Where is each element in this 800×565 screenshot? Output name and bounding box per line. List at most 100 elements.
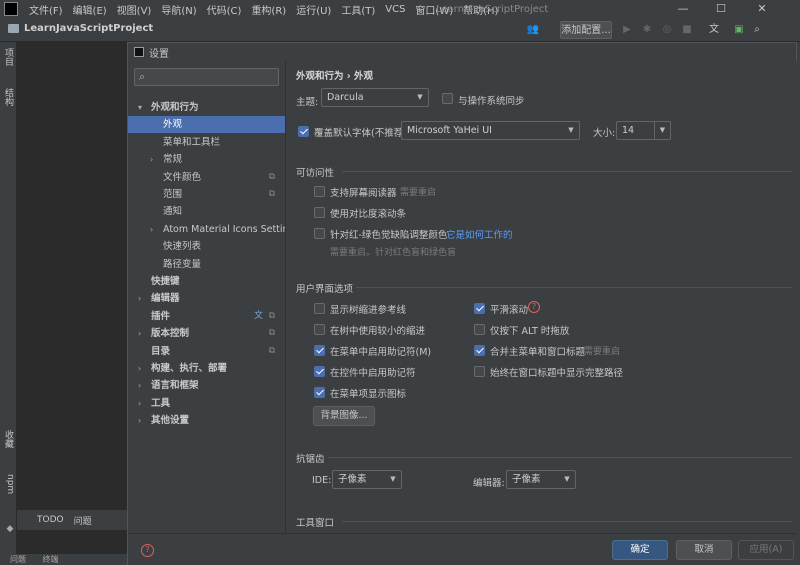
chevron-down-icon[interactable]: ▾ — [138, 99, 142, 116]
menu-tools[interactable]: 工具(T) — [336, 2, 380, 17]
chevron-right-icon[interactable]: › — [138, 360, 141, 377]
minimize-button[interactable]: — — [666, 0, 700, 18]
chevron-right-icon[interactable]: › — [138, 395, 141, 412]
theme-dropdown[interactable]: Darcula ▼ — [321, 88, 429, 107]
apply-button[interactable]: 应用(A) — [738, 540, 794, 560]
override-font-checkbox[interactable] — [298, 126, 309, 137]
sidebar-item[interactable]: 插件 文 ⧉ — [128, 308, 285, 325]
close-window-button[interactable]: ✕ — [745, 0, 779, 18]
layers-icon[interactable]: ◆ — [2, 524, 15, 534]
editor-aa-dropdown[interactable]: 子像素 ▼ — [506, 470, 576, 489]
sidebar-item[interactable]: 快速列表 — [128, 238, 285, 255]
search-everywhere-icon[interactable]: ⌕ — [750, 21, 764, 39]
sidebar-item[interactable]: ▾ 外观和行为 — [128, 99, 285, 116]
maximize-button[interactable]: ☐ — [704, 0, 738, 18]
sidebar-item[interactable]: › 编辑器 — [128, 290, 285, 307]
chevron-right-icon[interactable]: › — [138, 377, 141, 394]
sidebar-item-label: 通知 — [163, 206, 183, 218]
editor-aa-label: 编辑器: — [473, 478, 505, 489]
font-size-combo[interactable]: 14 ▼ — [616, 121, 671, 140]
status-bar: 问题 终端 — [0, 554, 127, 565]
alt-drag-checkbox[interactable] — [474, 324, 485, 335]
screen-reader-label: 支持屏幕阅读器 — [330, 188, 397, 199]
color-deficiency-label: 针对红-绿色觉缺陷调整颜色 — [330, 230, 448, 241]
sidebar-item[interactable]: › 版本控制 ⧉ — [128, 325, 285, 342]
sidebar-item[interactable]: › 常规 — [128, 151, 285, 168]
tool-bookmarks[interactable]: 收藏 — [2, 430, 15, 448]
menu-view[interactable]: 视图(V) — [112, 2, 157, 17]
divider — [342, 521, 792, 522]
status-terminal[interactable]: 终端 — [43, 555, 59, 564]
stop-icon[interactable]: ■ — [680, 21, 694, 39]
coverage-icon[interactable]: ◎ — [660, 21, 674, 39]
sidebar-item[interactable]: › 构建、执行、部署 — [128, 360, 285, 377]
menu-run[interactable]: 运行(U) — [291, 2, 336, 17]
chevron-right-icon[interactable]: › — [150, 151, 153, 168]
sidebar-item-label: 编辑器 — [151, 293, 180, 305]
menu-edit[interactable]: 编辑(E) — [68, 2, 112, 17]
tree-indent-guides-checkbox[interactable] — [314, 303, 325, 314]
menu-mnemonics-checkbox[interactable] — [314, 345, 325, 356]
chevron-right-icon[interactable]: › — [138, 325, 141, 342]
sidebar-item[interactable]: 通知 — [128, 203, 285, 220]
color-deficiency-checkbox[interactable] — [314, 228, 325, 239]
sidebar-item[interactable]: 路径变量 — [128, 256, 285, 273]
menu-file[interactable]: 文件(F) — [24, 2, 68, 17]
sidebar-item-label: 文件颜色 — [163, 171, 202, 183]
chevron-right-icon[interactable]: › — [138, 290, 141, 307]
translate-icon[interactable]: 文 — [706, 21, 722, 39]
merge-menu-title-checkbox[interactable] — [474, 345, 485, 356]
terminal-icon[interactable]: ▣ — [732, 21, 746, 39]
tool-structure[interactable]: 结构 — [2, 88, 15, 106]
smaller-indents-checkbox[interactable] — [314, 324, 325, 335]
editor-area — [17, 42, 127, 512]
project-breadcrumb[interactable]: LearnJavaScriptProject — [8, 23, 153, 34]
sidebar-item[interactable]: 快捷键 — [128, 273, 285, 290]
background-image-button[interactable]: 背景图像... — [313, 406, 375, 426]
debug-icon[interactable]: ✱ — [640, 21, 654, 39]
sidebar-item[interactable]: › Atom Material Icons Setting — [128, 221, 295, 238]
menu-vcs[interactable]: VCS — [380, 4, 410, 15]
sidebar-item[interactable]: › 语言和框架 — [128, 377, 285, 394]
control-mnemonics-checkbox[interactable] — [314, 366, 325, 377]
menu-refactor[interactable]: 重构(R) — [246, 2, 291, 17]
menu-navigate[interactable]: 导航(N) — [156, 2, 201, 17]
sidebar-item[interactable]: 文件颜色 ⧉ — [128, 169, 285, 186]
run-icon[interactable]: ▶ — [620, 21, 634, 39]
sidebar-item[interactable]: › 工具 — [128, 395, 285, 412]
restart-note: 需要重启 — [584, 347, 621, 357]
smooth-scrolling-label: 平滑滚动 — [490, 305, 529, 316]
tab-problems[interactable]: 问题 — [74, 514, 92, 527]
menu-code[interactable]: 代码(C) — [202, 2, 247, 17]
user-icon[interactable]: 👥 — [522, 21, 544, 39]
help-icon[interactable]: ? — [528, 301, 540, 313]
add-configuration-button[interactable]: 添加配置... — [560, 21, 612, 39]
ok-button[interactable]: 确定 — [612, 540, 668, 560]
sidebar-item[interactable]: 范围 ⧉ — [128, 186, 285, 203]
screen-reader-checkbox[interactable] — [314, 186, 325, 197]
sidebar-item[interactable]: 外观 — [128, 116, 285, 134]
chevron-right-icon[interactable]: › — [138, 412, 141, 429]
cancel-button[interactable]: 取消 — [676, 540, 732, 560]
sidebar-item[interactable]: › 其他设置 — [128, 412, 285, 429]
help-icon[interactable]: ? — [141, 544, 154, 557]
ide-toolbar: LearnJavaScriptProject 👥 添加配置... ▶ ✱ ◎ ■… — [0, 18, 800, 42]
sync-os-checkbox[interactable] — [442, 93, 453, 104]
smooth-scrolling-checkbox[interactable] — [474, 303, 485, 314]
full-path-checkbox[interactable] — [474, 366, 485, 377]
settings-search-input[interactable]: ⌕ — [134, 68, 279, 86]
contrast-scrollbars-checkbox[interactable] — [314, 207, 325, 218]
tool-project[interactable]: 项目 — [2, 48, 15, 66]
dialog-title: 设置 — [149, 48, 169, 60]
chevron-right-icon[interactable]: › — [150, 221, 153, 238]
ide-aa-dropdown[interactable]: 子像素 ▼ — [332, 470, 402, 489]
font-dropdown[interactable]: Microsoft YaHei UI ▼ — [401, 121, 580, 140]
sidebar-item[interactable]: 菜单和工具栏 — [128, 134, 285, 151]
how-it-works-link[interactable]: 它是如何工作的 — [446, 227, 513, 241]
sidebar-item[interactable]: 目录 ⧉ — [128, 343, 285, 360]
status-problems[interactable]: 问题 — [10, 555, 26, 564]
sidebar-item-label: 快捷键 — [151, 276, 180, 287]
menu-icons-checkbox[interactable] — [314, 387, 325, 398]
tab-todo[interactable]: TODO — [37, 515, 64, 525]
tool-npm[interactable]: npm — [2, 474, 15, 494]
